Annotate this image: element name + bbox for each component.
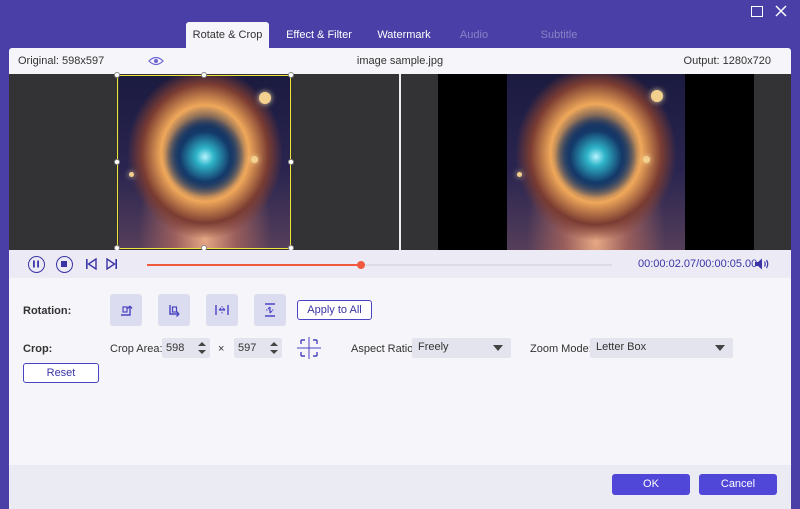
maximize-icon[interactable]	[750, 4, 764, 18]
letterbox-background	[438, 74, 754, 250]
rotate-right-icon	[169, 305, 180, 317]
timeline-knob[interactable]	[356, 261, 365, 269]
reset-button[interactable]: Reset	[23, 363, 99, 383]
aspect-ratio-label: Aspect Ratio:	[351, 343, 417, 355]
center-crop-icon[interactable]	[295, 336, 323, 360]
aspect-ratio-select[interactable]: Freely	[412, 338, 511, 358]
flip-horizontal-icon	[215, 305, 229, 315]
crop-label: Crop:	[23, 343, 53, 355]
previous-frame-icon[interactable]	[85, 257, 97, 271]
tab-audio: Audio	[459, 29, 489, 41]
moon-shape	[517, 172, 522, 177]
main-panel: Original: 598x597 image sample.jpg Outpu…	[9, 48, 791, 509]
crop-width-down-icon[interactable]	[198, 350, 206, 354]
tab-subtitle: Subtitle	[540, 29, 578, 41]
tab-watermark[interactable]: Watermark	[369, 22, 439, 48]
next-frame-icon[interactable]	[106, 257, 118, 271]
source-preview	[9, 72, 399, 251]
zoom-mode-select[interactable]: Letter Box	[590, 338, 733, 358]
flip-horizontal-button[interactable]	[206, 294, 238, 326]
crop-height-up-icon[interactable]	[270, 342, 278, 346]
tab-bar: Rotate & Crop Effect & Filter Watermark …	[186, 22, 609, 48]
crop-area-label: Crop Area:	[110, 343, 163, 355]
tab-effect-filter[interactable]: Effect & Filter	[269, 22, 369, 48]
cancel-button[interactable]: Cancel	[699, 474, 777, 495]
timeline-track[interactable]	[147, 261, 612, 269]
zoom-mode-label: Zoom Mode:	[530, 343, 592, 355]
chevron-down-icon	[715, 345, 725, 351]
crop-handle-right[interactable]	[288, 159, 294, 165]
zoom-mode-value: Letter Box	[596, 341, 647, 353]
times-symbol: ×	[218, 343, 225, 355]
crop-width-up-icon[interactable]	[198, 342, 206, 346]
flip-vertical-button[interactable]	[254, 294, 286, 326]
current-time: 00:00:02.07	[638, 258, 697, 270]
info-bar: Original: 598x597 image sample.jpg Outpu…	[9, 48, 791, 74]
crop-handle-top-right[interactable]	[288, 72, 294, 78]
tab-rotate-crop[interactable]: Rotate & Crop	[186, 22, 269, 48]
chevron-down-icon	[493, 345, 503, 351]
crop-height-stepper[interactable]	[234, 338, 282, 358]
crop-height-input[interactable]	[238, 340, 268, 356]
playback-bar: 00:00:02.07/00:00:05.00	[9, 250, 791, 278]
output-preview	[401, 74, 791, 250]
crop-frame[interactable]	[117, 75, 291, 249]
close-icon[interactable]	[774, 4, 788, 18]
crop-height-down-icon[interactable]	[270, 350, 278, 354]
total-time: 00:00:05.00	[699, 258, 758, 270]
rotate-left-button[interactable]	[110, 294, 142, 326]
crop-width-input[interactable]	[166, 340, 196, 356]
output-image	[507, 74, 685, 250]
moon-shape	[651, 90, 663, 102]
flip-vertical-icon	[265, 303, 275, 317]
crop-width-stepper[interactable]	[162, 338, 210, 358]
pause-button[interactable]	[28, 256, 45, 273]
rotation-label: Rotation:	[23, 305, 72, 317]
stop-button[interactable]	[56, 256, 73, 273]
apply-to-all-button[interactable]: Apply to All	[297, 300, 372, 320]
footer-bar: OK Cancel	[9, 465, 791, 509]
crop-handle-top-left[interactable]	[114, 72, 120, 78]
crop-handle-top[interactable]	[201, 72, 207, 78]
ok-button[interactable]: OK	[612, 474, 690, 495]
rotate-left-icon	[121, 305, 133, 316]
output-size: Output: 1280x720	[683, 55, 771, 67]
aspect-ratio-value: Freely	[418, 341, 449, 353]
timeline-progress	[147, 264, 361, 266]
moon-shape	[643, 156, 650, 163]
rotate-right-button[interactable]	[158, 294, 190, 326]
crop-handle-left[interactable]	[114, 159, 120, 165]
preview-area	[9, 72, 791, 251]
time-display: 00:00:02.07/00:00:05.00	[638, 258, 757, 270]
file-name: image sample.jpg	[356, 55, 444, 67]
title-bar: Rotate & Crop Effect & Filter Watermark …	[0, 0, 800, 48]
volume-icon[interactable]	[754, 257, 770, 271]
